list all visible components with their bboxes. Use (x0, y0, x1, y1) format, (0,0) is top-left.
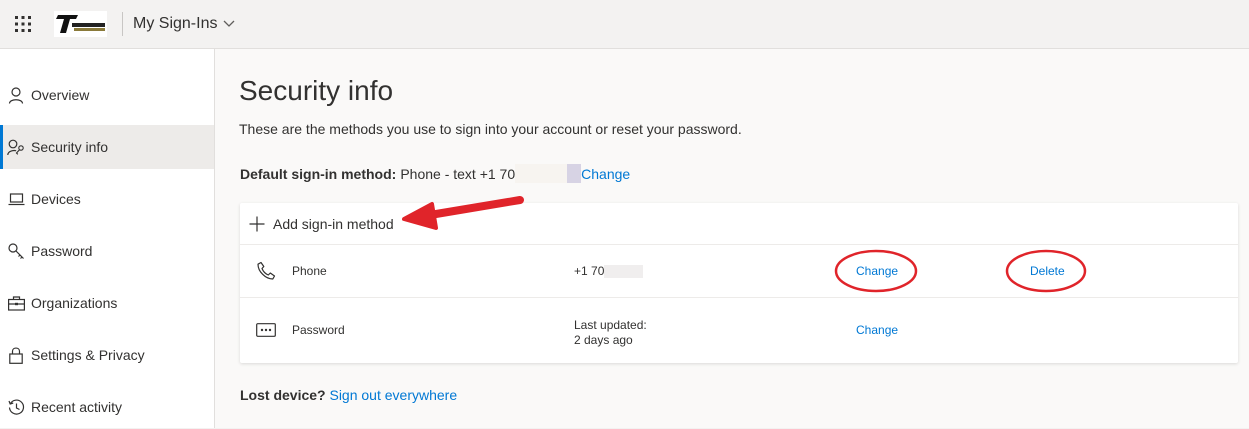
last-updated-label: Last updated: (574, 318, 647, 332)
phone-change-link[interactable]: Change (856, 264, 898, 278)
briefcase-icon (7, 294, 25, 312)
waffle-icon (15, 16, 31, 32)
password-change-link[interactable]: Change (856, 323, 898, 337)
person-icon (7, 86, 25, 104)
method-name: Phone (292, 264, 327, 278)
password-dots-icon (256, 323, 276, 337)
top-bar: My Sign-Ins (0, 0, 1249, 49)
sidebar-item-devices[interactable]: Devices (0, 177, 214, 221)
default-method-label: Default sign-in method: (240, 165, 397, 182)
page-title: Security info (239, 75, 394, 106)
lock-icon (7, 346, 25, 364)
chevron-down-icon (223, 15, 235, 33)
page-subtitle: These are the methods you use to sign in… (239, 121, 742, 137)
add-sign-in-method-button[interactable]: Add sign-in method (240, 203, 1238, 245)
default-sign-in-method: Default sign-in method: Phone - text +1 … (240, 164, 630, 183)
method-detail: Last updated: 2 days ago (574, 318, 647, 348)
main-content: Security info These are the methods you … (215, 49, 1249, 428)
history-icon (7, 398, 25, 416)
key-icon (7, 242, 25, 260)
phone-delete-link[interactable]: Delete (1030, 264, 1065, 278)
sidebar-item-label: Overview (31, 87, 90, 103)
header-divider (122, 12, 123, 36)
sidebar-item-label: Settings & Privacy (31, 347, 145, 363)
sidebar-item-label: Security info (31, 139, 109, 155)
sidebar-item-label: Devices (31, 191, 81, 207)
sidebar-item-overview[interactable]: Overview (0, 73, 214, 117)
sidebar: Overview Security info Devices Password … (0, 49, 215, 428)
phone-icon (256, 261, 276, 281)
default-method-value: Phone - text +1 70 (400, 165, 516, 182)
method-detail: +1 70 (574, 264, 644, 278)
redacted-phone-number (604, 264, 644, 278)
method-row-password: Password Last updated: 2 days ago Change (240, 298, 1238, 362)
method-row-phone: Phone +1 70 Change Delete (240, 245, 1238, 298)
lost-device-line: Lost device? Sign out everywhere (240, 387, 457, 403)
app-launcher-button[interactable] (0, 0, 46, 48)
default-method-change-link[interactable]: Change (581, 166, 630, 182)
plus-icon (249, 216, 265, 232)
phone-number: +1 70 (574, 264, 605, 278)
sidebar-item-settings-privacy[interactable]: Settings & Privacy (0, 333, 214, 377)
sidebar-item-recent-activity[interactable]: Recent activity (0, 385, 214, 429)
redacted-number-end (567, 164, 582, 183)
organization-logo[interactable] (54, 11, 107, 37)
method-name: Password (292, 323, 345, 337)
last-updated-value: 2 days ago (574, 333, 633, 347)
sidebar-item-label: Recent activity (31, 399, 123, 415)
sidebar-item-label: Organizations (31, 295, 118, 311)
sign-out-everywhere-link[interactable]: Sign out everywhere (329, 387, 457, 403)
person-key-icon (7, 138, 25, 156)
sidebar-item-label: Password (31, 243, 93, 259)
lost-device-label: Lost device? (240, 387, 326, 403)
app-title: My Sign-Ins (133, 15, 218, 32)
sidebar-item-security-info[interactable]: Security info (0, 125, 214, 169)
app-switcher[interactable]: My Sign-Ins (133, 0, 235, 48)
laptop-icon (7, 190, 25, 208)
sidebar-item-organizations[interactable]: Organizations (0, 281, 214, 325)
redacted-number (515, 164, 568, 183)
sidebar-item-password[interactable]: Password (0, 229, 214, 273)
add-sign-in-method-label: Add sign-in method (273, 215, 394, 232)
methods-card: Add sign-in method Phone +1 70 Change De… (240, 203, 1238, 363)
